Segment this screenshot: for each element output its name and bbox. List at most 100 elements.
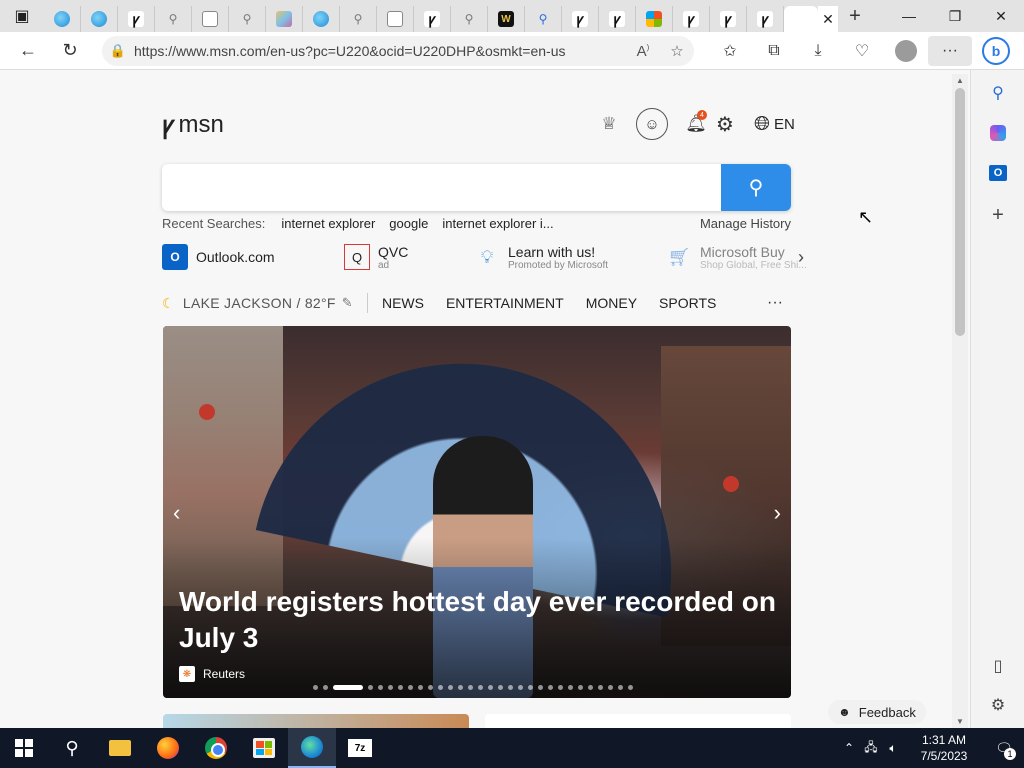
recent-search-item[interactable]: internet explorer i... (442, 216, 553, 232)
carousel-dot[interactable] (618, 685, 623, 690)
carousel-dot[interactable] (438, 685, 443, 690)
tab-msn-7[interactable]: ꝩ (747, 6, 784, 32)
action-center-button[interactable]: 🗨︎ 1 (984, 728, 1024, 768)
close-tab-button[interactable]: ✕ (818, 6, 838, 32)
carousel-dot[interactable] (608, 685, 613, 690)
quick-link-microsoft-buy[interactable]: 🛒︎ Microsoft Buy Shop Global, Free Shi..… (666, 243, 807, 271)
carousel-dot[interactable] (628, 685, 633, 690)
search-input[interactable] (162, 164, 720, 211)
tab-search-1[interactable]: ⚲ (155, 6, 192, 32)
nav-item-sports[interactable]: SPORTS (659, 295, 716, 311)
settings-more-button[interactable]: ··· (928, 36, 972, 66)
volume-icon[interactable]: 🔈︎ (882, 741, 904, 756)
bing-chat-button[interactable]: b (978, 34, 1014, 68)
taskbar-clock[interactable]: 1:31 AM 7/5/2023 (904, 732, 984, 764)
carousel-dot[interactable] (313, 685, 318, 690)
sidebar-copilot-button[interactable] (985, 120, 1011, 146)
performance-button[interactable]: ♡ (840, 36, 884, 66)
nav-item-money[interactable]: MONEY (586, 295, 637, 311)
taskbar-edge[interactable] (288, 728, 336, 768)
tab-msn-1[interactable]: ꝩ (118, 6, 155, 32)
carousel-dot[interactable] (388, 685, 393, 690)
scroll-down-icon[interactable]: ▼ (956, 717, 964, 726)
tab-w[interactable]: W (488, 6, 525, 32)
carousel-dot[interactable] (578, 685, 583, 690)
chevron-left-icon[interactable]: ‹ (173, 500, 180, 526)
favorites-button[interactable]: ✩ (708, 36, 752, 66)
close-window-button[interactable]: ✕ (978, 0, 1024, 32)
hero-headline[interactable]: World registers hottest day ever recorde… (179, 584, 779, 656)
carousel-dot[interactable] (398, 685, 403, 690)
weather-widget[interactable]: ☾ LAKE JACKSON / 82°F ✎ (162, 295, 353, 312)
carousel-dot[interactable] (418, 685, 423, 690)
tab-search-3[interactable]: ⚲ (340, 6, 377, 32)
feedback-button[interactable]: ☻ Feedback (828, 700, 926, 724)
tab-msn-3[interactable]: ꝩ (562, 6, 599, 32)
carousel-dot[interactable] (323, 685, 328, 690)
rewards-button[interactable]: ♕ (596, 108, 622, 140)
tab-search-2[interactable]: ⚲ (229, 6, 266, 32)
taskbar-chrome[interactable] (192, 728, 240, 768)
carousel-dot[interactable] (428, 685, 433, 690)
url-text[interactable]: https://www.msn.com/en-us?pc=U220&ocid=U… (134, 43, 626, 59)
tab-edge-2[interactable] (81, 6, 118, 32)
carousel-dot[interactable] (588, 685, 593, 690)
carousel-dot[interactable] (538, 685, 543, 690)
favorite-star-icon[interactable]: ☆ (660, 42, 694, 60)
nav-item-news[interactable]: NEWS (382, 295, 424, 311)
taskbar-file-explorer[interactable] (96, 728, 144, 768)
downloads-button[interactable]: ⤓ (796, 36, 840, 66)
tab-msn-6[interactable]: ꝩ (710, 6, 747, 32)
tab-search-4[interactable]: ⚲ (451, 6, 488, 32)
tab-actions-button[interactable]: ▣ (0, 0, 44, 32)
recent-search-item[interactable]: internet explorer (281, 216, 375, 232)
tab-image-1[interactable] (266, 6, 303, 32)
carousel-dot[interactable] (558, 685, 563, 690)
scrollbar-thumb[interactable] (955, 88, 965, 336)
sidebar-split-button[interactable]: ▯ (985, 653, 1011, 679)
carousel-dot[interactable] (408, 685, 413, 690)
hero-source[interactable]: ❋ Reuters (179, 666, 245, 682)
chevron-up-icon[interactable]: ⌃ (838, 741, 860, 755)
carousel-dot[interactable] (468, 685, 473, 690)
tab-doc-2[interactable] (377, 6, 414, 32)
read-aloud-icon[interactable]: A) (626, 43, 660, 60)
network-icon[interactable]: 🖧︎ (860, 738, 882, 759)
carousel-dot[interactable] (498, 685, 503, 690)
carousel-dot[interactable] (448, 685, 453, 690)
carousel-dot[interactable] (488, 685, 493, 690)
taskbar-search-button[interactable]: ⚲ (48, 728, 96, 768)
carousel-dot[interactable] (478, 685, 483, 690)
tab-msn-2[interactable]: ꝩ (414, 6, 451, 32)
page-scrollbar[interactable]: ▲ ▼ (952, 74, 968, 728)
sidebar-outlook-button[interactable]: O (985, 160, 1011, 186)
edit-pencil-icon[interactable]: ✎ (342, 295, 353, 311)
sidebar-add-button[interactable]: + (985, 202, 1011, 228)
tab-msn-4[interactable]: ꝩ (599, 6, 636, 32)
taskbar-firefox[interactable] (144, 728, 192, 768)
language-button[interactable]: 🌐︎ EN (754, 113, 795, 136)
nav-item-entertainment[interactable]: ENTERTAINMENT (446, 295, 564, 311)
taskbar-7zip[interactable]: 7z (336, 728, 384, 768)
quick-link-qvc[interactable]: Q QVC ad (344, 243, 408, 271)
news-card[interactable] (163, 714, 469, 728)
tab-edge-3[interactable] (303, 6, 340, 32)
tab-search-5[interactable]: ⚲ (525, 6, 562, 32)
restore-button[interactable]: ❐ (932, 0, 978, 32)
sidebar-search-button[interactable]: ⚲ (985, 80, 1011, 106)
tab-edge-1[interactable] (44, 6, 81, 32)
quick-link-learn[interactable]: 💡︎ Learn with us! Promoted by Microsoft (474, 243, 608, 271)
quick-link-outlook[interactable]: O Outlook.com (162, 243, 275, 271)
msn-logo[interactable]: ꝩ msn (162, 108, 224, 141)
carousel-dot[interactable] (598, 685, 603, 690)
refresh-button[interactable]: ↻ (52, 36, 88, 66)
collections-button[interactable]: ⧉ (752, 36, 796, 66)
chevron-right-icon[interactable]: › (798, 247, 804, 268)
settings-button[interactable]: ⚙ (710, 108, 740, 140)
tab-active[interactable] (784, 6, 818, 32)
carousel-dot[interactable] (458, 685, 463, 690)
new-tab-button[interactable]: + (838, 0, 872, 32)
carousel-dot[interactable] (568, 685, 573, 690)
minimize-button[interactable]: — (886, 0, 932, 32)
hero-carousel[interactable]: ‹ › World registers hottest day ever rec… (163, 326, 791, 698)
